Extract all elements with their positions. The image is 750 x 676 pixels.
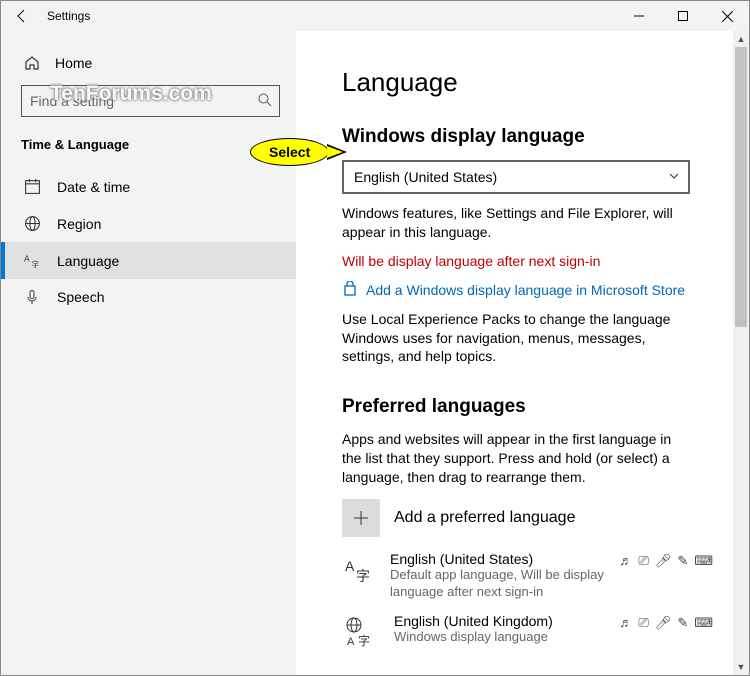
window-title: Settings <box>43 9 90 23</box>
keyboard-icon: ⌨︎ <box>694 553 713 569</box>
language-features: ♬ ⎚ 🎤︎ ✎ ⌨︎ <box>619 613 713 651</box>
language-features: ♬ ⎚ 🎤︎ ✎ ⌨︎ <box>619 551 713 601</box>
language-sub: Default app language, Will be display la… <box>390 567 605 601</box>
svg-text:A: A <box>24 253 30 263</box>
language-sub: Windows display language <box>394 629 553 646</box>
scroll-thumb[interactable] <box>735 47 747 327</box>
speech-rec-icon: 🎤︎ <box>655 615 672 631</box>
language-char-globe-icon: A字 <box>342 613 380 651</box>
display-icon: ⎚ <box>638 553 648 569</box>
language-name: English (United Kingdom) <box>394 613 553 629</box>
select-callout: Select <box>250 138 347 166</box>
display-language-heading: Windows display language <box>342 126 713 148</box>
page-title: Language <box>342 67 713 98</box>
preferred-desc: Apps and websites will appear in the fir… <box>342 430 682 487</box>
speech-rec-icon: 🎤︎ <box>655 553 672 569</box>
handwriting-icon: ✎ <box>677 553 688 569</box>
store-link-label: Add a Windows display language in Micros… <box>366 282 685 298</box>
plus-icon <box>342 499 380 537</box>
callout-tail <box>327 144 347 160</box>
settings-window: Settings Home Find a setting <box>0 0 750 676</box>
clock-icon <box>23 178 41 195</box>
close-button[interactable] <box>705 1 749 31</box>
chevron-down-icon <box>668 169 680 185</box>
scroll-up-icon[interactable]: ▲ <box>733 31 749 47</box>
sidebar: Home Find a setting Time & Language Date… <box>1 31 296 675</box>
tts-icon: ♬ <box>619 553 632 568</box>
language-az-icon: A字 <box>23 252 41 269</box>
sidebar-item-speech[interactable]: Speech <box>1 279 296 315</box>
display-language-dropdown[interactable]: English (United States) <box>342 160 690 194</box>
sidebar-item-label: Region <box>57 216 101 232</box>
add-language-label: Add a preferred language <box>394 509 575 527</box>
display-language-warning: Will be display language after next sign… <box>342 252 682 271</box>
sidebar-item-region[interactable]: Region <box>1 205 296 242</box>
scrollbar[interactable]: ▲ ▼ <box>733 31 749 675</box>
packs-desc: Use Local Experience Packs to change the… <box>342 310 682 367</box>
sidebar-item-label: Speech <box>57 289 104 305</box>
back-button[interactable] <box>1 1 43 31</box>
minimize-button[interactable] <box>617 1 661 31</box>
tts-icon: ♬ <box>619 615 632 630</box>
maximize-button[interactable] <box>661 1 705 31</box>
dropdown-value: English (United States) <box>354 169 497 185</box>
sidebar-item-label: Date & time <box>57 179 130 195</box>
svg-text:字: 字 <box>356 568 370 584</box>
display-icon: ⎚ <box>638 615 648 631</box>
home-icon <box>23 55 41 71</box>
sidebar-item-language[interactable]: A字 Language <box>1 242 296 279</box>
scroll-track[interactable] <box>733 47 749 659</box>
titlebar: Settings <box>1 1 749 31</box>
display-language-desc: Windows features, like Settings and File… <box>342 204 682 242</box>
language-item[interactable]: A字 English (United States) Default app l… <box>342 551 713 601</box>
svg-text:A: A <box>347 636 355 648</box>
sidebar-item-label: Language <box>57 253 119 269</box>
store-icon <box>342 281 358 300</box>
callout-label: Select <box>250 138 329 166</box>
language-item[interactable]: A字 English (United Kingdom) Windows disp… <box>342 613 713 651</box>
handwriting-icon: ✎ <box>677 615 688 631</box>
svg-text:A: A <box>345 558 355 574</box>
language-char-icon: A字 <box>342 551 376 589</box>
preferred-languages-heading: Preferred languages <box>342 396 713 418</box>
svg-text:字: 字 <box>31 259 39 269</box>
language-name: English (United States) <box>390 551 605 567</box>
home-nav[interactable]: Home <box>1 47 296 79</box>
svg-text:字: 字 <box>358 633 370 648</box>
search-icon <box>257 92 273 111</box>
home-label: Home <box>55 55 92 71</box>
search-input[interactable]: Find a setting <box>21 85 280 117</box>
globe-icon <box>23 215 41 232</box>
store-link[interactable]: Add a Windows display language in Micros… <box>342 281 713 300</box>
sidebar-item-date-time[interactable]: Date & time <box>1 168 296 205</box>
main-panel: Language Windows display language Englis… <box>296 31 749 675</box>
search-placeholder: Find a setting <box>30 93 257 109</box>
mic-icon <box>23 289 41 305</box>
scroll-down-icon[interactable]: ▼ <box>733 659 749 675</box>
add-language-button[interactable]: Add a preferred language <box>342 499 713 537</box>
keyboard-icon: ⌨︎ <box>694 615 713 631</box>
